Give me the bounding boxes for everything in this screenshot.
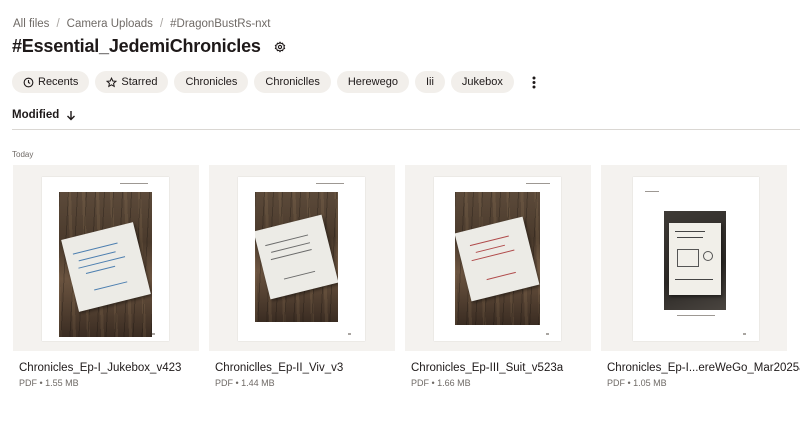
header-line — [645, 191, 659, 192]
file-meta: PDF • 1.05 MB — [607, 378, 667, 388]
breadcrumb-camera-uploads[interactable]: Camera Uploads — [67, 18, 153, 30]
cover-paper — [61, 222, 151, 312]
cover-paper — [255, 214, 338, 300]
header-line — [120, 183, 148, 184]
cover-photo — [59, 192, 152, 337]
chip-chroniclles[interactable]: Chroniclles — [254, 71, 331, 93]
cover-photo — [455, 192, 540, 325]
chip-jukebox[interactable]: Jukebox — [450, 71, 514, 93]
breadcrumb-all-files[interactable]: All files — [13, 18, 49, 30]
clock-icon — [23, 77, 34, 88]
pdf-thumbnail — [633, 177, 759, 341]
page-title: #Essential_JedemiChronicles — [12, 36, 261, 56]
pdf-thumbnail — [238, 177, 365, 341]
divider — [12, 129, 800, 130]
breadcrumb-separator: / — [56, 18, 60, 30]
pdf-thumbnail — [434, 177, 561, 341]
title-row: #Essential_JedemiChronicles — [12, 36, 287, 57]
file-meta: PDF • 1.44 MB — [215, 378, 275, 388]
chip-herewego[interactable]: Herewego — [336, 71, 409, 93]
chip-recents[interactable]: Recents — [12, 71, 90, 93]
header-line — [316, 183, 344, 184]
arrow-down-icon — [66, 110, 76, 121]
file-meta: PDF • 1.55 MB — [19, 378, 79, 388]
file-card[interactable] — [405, 165, 591, 351]
file-meta: PDF • 1.66 MB — [411, 378, 471, 388]
cover-paper — [669, 223, 721, 295]
more-vertical-icon[interactable] — [526, 71, 542, 93]
cover-photo — [255, 192, 338, 322]
pdf-thumbnail — [42, 177, 169, 341]
filter-chips: Recents Starred Chronicles Chroniclles H… — [12, 71, 542, 93]
file-card[interactable] — [209, 165, 395, 351]
footer-line — [677, 315, 715, 316]
file-name[interactable]: Chronicles_Ep-I_Jukebox_v423 — [19, 362, 181, 374]
file-name[interactable]: Chronicles_Ep-III_Suit_v523a — [411, 362, 563, 374]
file-name[interactable]: Chronicles_Ep-I...ereWeGo_Mar2025a — [607, 362, 800, 374]
chip-label: Starred — [121, 76, 158, 88]
chip-iii[interactable]: Iii — [414, 71, 445, 93]
sort-modified-button[interactable]: Modified — [12, 109, 76, 121]
header-line — [526, 183, 550, 184]
chip-starred[interactable]: Starred — [95, 71, 169, 93]
file-name[interactable]: Chroniclles_Ep-II_Viv_v3 — [215, 362, 343, 374]
breadcrumb-dragonbust-folder[interactable]: #DragonBustRs-nxt — [170, 18, 270, 30]
chip-chronicles[interactable]: Chronicles — [174, 71, 249, 93]
file-card[interactable] — [13, 165, 199, 351]
file-card[interactable] — [601, 165, 787, 351]
cover-paper — [455, 216, 540, 302]
section-label-today: Today — [12, 150, 34, 159]
star-icon — [106, 76, 118, 88]
sort-label: Modified — [12, 109, 60, 121]
cover-photo — [664, 211, 726, 310]
gear-icon[interactable] — [273, 40, 287, 54]
chip-label: Recents — [38, 76, 79, 88]
breadcrumb-separator: / — [159, 18, 164, 30]
breadcrumb: All files / Camera Uploads / #DragonBust… — [13, 18, 271, 30]
